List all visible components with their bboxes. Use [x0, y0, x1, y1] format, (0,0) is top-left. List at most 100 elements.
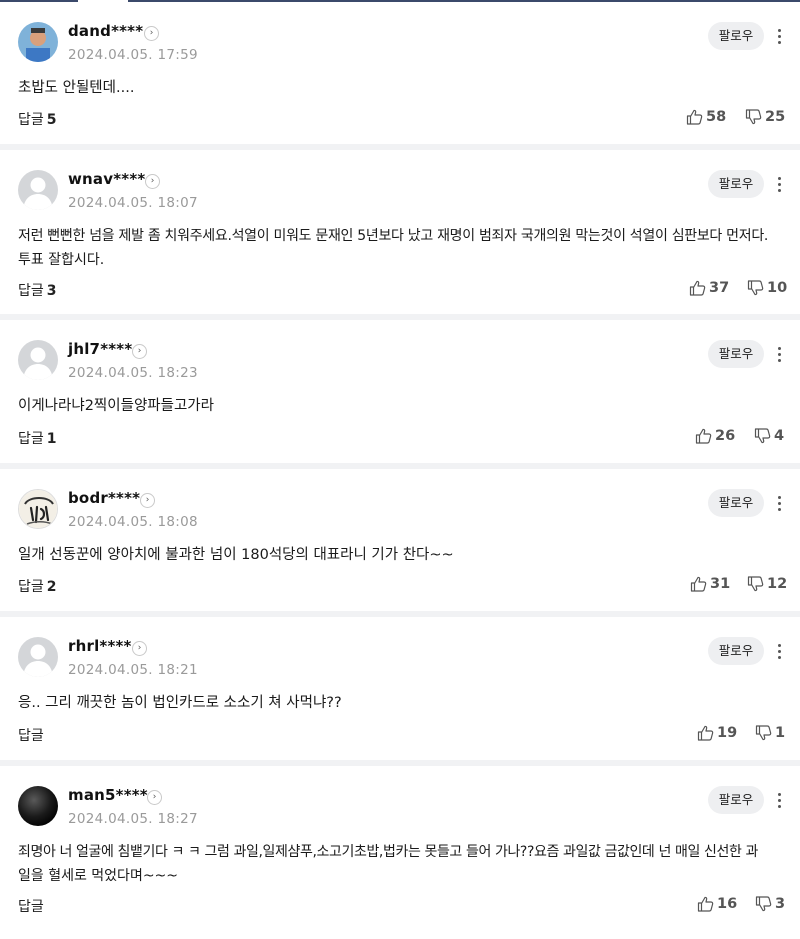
dislike-button[interactable]: 25 [745, 109, 785, 125]
like-button[interactable]: 31 [690, 576, 730, 592]
like-button[interactable]: 16 [697, 896, 737, 912]
comment-item: rhrl**** › 2024.04.05. 18:21 팔로우 응.. 그리 … [0, 617, 800, 766]
chevron-right-icon[interactable]: › [144, 26, 159, 41]
follow-button[interactable]: 팔로우 [708, 22, 764, 50]
thumbs-down-icon [754, 428, 771, 444]
username[interactable]: man5**** [68, 786, 148, 804]
thumbs-down-icon [745, 109, 762, 125]
dislike-button[interactable]: 4 [754, 428, 784, 444]
like-count: 19 [717, 725, 738, 741]
chevron-right-icon[interactable]: › [132, 344, 147, 359]
follow-button[interactable]: 팔로우 [708, 340, 764, 368]
username[interactable]: bodr**** [68, 489, 140, 507]
chevron-right-icon[interactable]: › [132, 641, 147, 656]
thumbs-up-icon [690, 576, 707, 592]
thumbs-up-icon [697, 896, 714, 912]
more-vertical-icon[interactable] [774, 177, 784, 195]
reply-label: 답글 [18, 283, 44, 299]
comment-item: dand**** › 2024.04.05. 17:59 팔로우 초밥도 안될텐… [0, 2, 800, 150]
like-count: 37 [709, 280, 730, 296]
comment-text: 저런 뻔뻔한 넘을 제발 좀 치워주세요.석열이 미워도 문재인 5년보다 났고… [18, 228, 769, 244]
timestamp: 2024.04.05. 18:08 [68, 514, 198, 530]
like-count: 58 [706, 109, 727, 125]
comment-text: 죄명아 너 얼굴에 침뱉기다 ㅋ ㅋ 그럼 과일,일제샴푸,소고기초밥,법카는 … [18, 844, 758, 860]
reply-count: 5 [46, 112, 57, 128]
dislike-count: 3 [775, 896, 786, 912]
comment-text: 초밥도 안될텐데.... [18, 80, 135, 96]
like-button[interactable]: 19 [697, 725, 737, 741]
thumbs-down-icon [747, 576, 764, 592]
username[interactable]: rhrl**** [68, 637, 132, 655]
follow-button[interactable]: 팔로우 [708, 637, 764, 665]
reply-button[interactable]: 답글 5 [18, 109, 57, 129]
comment-text: 응.. 그리 깨끗한 놈이 법인카드로 소소기 쳐 사먹냐?? [18, 695, 342, 711]
more-vertical-icon[interactable] [774, 793, 784, 811]
thumbs-up-icon [697, 725, 714, 741]
reply-button[interactable]: 답글 [18, 725, 47, 745]
follow-button[interactable]: 팔로우 [708, 489, 764, 517]
follow-button[interactable]: 팔로우 [708, 786, 764, 814]
thumbs-down-icon [755, 725, 772, 741]
reply-button[interactable]: 답글 2 [18, 576, 57, 596]
dislike-count: 1 [775, 725, 786, 741]
dislike-count: 4 [774, 428, 785, 444]
comment-item: wnav**** › 2024.04.05. 18:07 팔로우 저런 뻔뻔한 … [0, 150, 800, 320]
dislike-count: 10 [767, 280, 788, 296]
follow-button[interactable]: 팔로우 [708, 170, 764, 198]
more-vertical-icon[interactable] [774, 496, 784, 514]
reply-label: 답글 [18, 899, 44, 915]
dislike-button[interactable]: 10 [747, 280, 787, 296]
timestamp: 2024.04.05. 18:07 [68, 195, 198, 211]
more-vertical-icon[interactable] [774, 29, 784, 47]
chevron-right-icon[interactable]: › [145, 174, 160, 189]
reply-button[interactable]: 답글 1 [18, 428, 57, 448]
like-button[interactable]: 58 [686, 109, 726, 125]
dislike-button[interactable]: 3 [755, 896, 785, 912]
thumbs-down-icon [755, 896, 772, 912]
username[interactable]: jhl7**** [68, 340, 132, 358]
reply-label: 답글 [18, 579, 44, 595]
comment-list: dand**** › 2024.04.05. 17:59 팔로우 초밥도 안될텐… [0, 2, 800, 936]
chevron-right-icon[interactable]: › [147, 790, 162, 805]
reply-label: 답글 [18, 431, 44, 447]
username[interactable]: dand**** [68, 22, 143, 40]
like-count: 31 [710, 576, 731, 592]
comment-text: 일개 선동꾼에 양아치에 불과한 넘이 180석당의 대표라니 기가 찬다~~ [18, 547, 454, 563]
comment-text-line2: 일을 혈세로 먹었다며~~~ [18, 868, 179, 884]
reply-count: 3 [46, 283, 57, 299]
avatar[interactable] [18, 340, 58, 380]
comment-item: man5**** › 2024.04.05. 18:27 팔로우 죄명아 너 얼… [0, 766, 800, 936]
thumbs-up-icon [686, 109, 703, 125]
like-count: 16 [717, 896, 738, 912]
avatar[interactable] [18, 22, 58, 62]
avatar[interactable] [18, 489, 58, 529]
reply-button[interactable]: 답글 [18, 896, 47, 916]
avatar[interactable] [18, 786, 58, 826]
comment-text-line2: 투표 잘합시다. [18, 252, 105, 268]
avatar[interactable] [18, 637, 58, 677]
thumbs-up-icon [695, 428, 712, 444]
like-count: 26 [715, 428, 736, 444]
comment-item: bodr**** › 2024.04.05. 18:08 팔로우 일개 선동꾼에… [0, 469, 800, 617]
username[interactable]: wnav**** [68, 170, 145, 188]
reply-label: 답글 [18, 728, 44, 744]
dislike-button[interactable]: 1 [755, 725, 785, 741]
avatar[interactable] [18, 170, 58, 210]
reply-button[interactable]: 답글 3 [18, 280, 57, 300]
comment-text: 이게나라냐2찍이들양파들고가라 [18, 398, 214, 414]
like-button[interactable]: 26 [695, 428, 735, 444]
reply-count: 1 [46, 431, 57, 447]
more-vertical-icon[interactable] [774, 644, 784, 662]
like-button[interactable]: 37 [689, 280, 729, 296]
chevron-right-icon[interactable]: › [140, 493, 155, 508]
more-vertical-icon[interactable] [774, 347, 784, 365]
dislike-count: 25 [765, 109, 786, 125]
timestamp: 2024.04.05. 17:59 [68, 47, 198, 63]
timestamp: 2024.04.05. 18:27 [68, 811, 198, 827]
comment-item: jhl7**** › 2024.04.05. 18:23 팔로우 이게나라냐2찍… [0, 320, 800, 469]
thumbs-down-icon [747, 280, 764, 296]
reply-label: 답글 [18, 112, 44, 128]
timestamp: 2024.04.05. 18:23 [68, 365, 198, 381]
dislike-button[interactable]: 12 [747, 576, 787, 592]
dislike-count: 12 [767, 576, 788, 592]
